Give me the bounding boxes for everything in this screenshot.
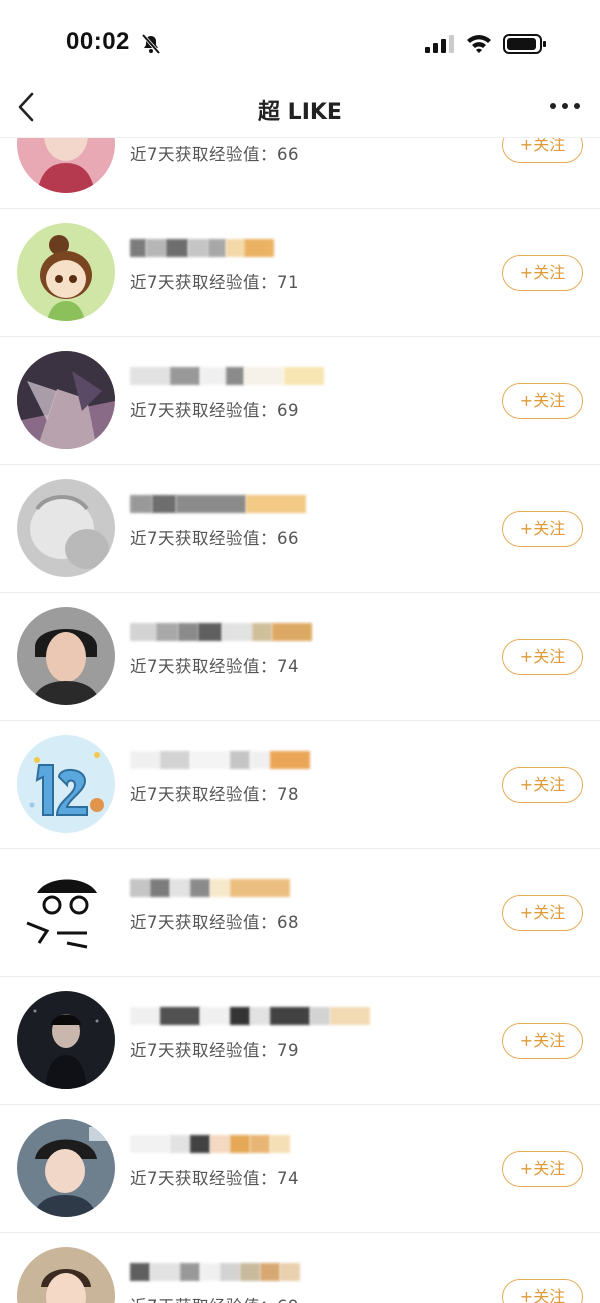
avatar[interactable] xyxy=(17,991,115,1089)
follow-button[interactable]: +关注 xyxy=(502,895,583,931)
nav-bar: 超 LIKE xyxy=(0,84,600,138)
list-item[interactable]: 近7天获取经验值：78 +关注 xyxy=(0,721,600,849)
follow-button[interactable]: +关注 xyxy=(502,1023,583,1059)
page-title: 超 LIKE xyxy=(258,100,342,125)
list-item[interactable]: 近7天获取经验值：69 +关注 xyxy=(0,337,600,465)
username-blurred xyxy=(130,1005,370,1027)
exp-label: 近7天获取经验值：74 xyxy=(130,1169,299,1188)
username-blurred xyxy=(130,1133,370,1155)
more-icon[interactable] xyxy=(548,98,582,114)
list-item[interactable]: 近7天获取经验值：74 +关注 xyxy=(0,593,600,721)
signal-icon xyxy=(424,34,456,54)
username-blurred xyxy=(130,493,370,515)
avatar[interactable] xyxy=(17,223,115,321)
avatar[interactable] xyxy=(17,351,115,449)
exp-label: 近7天获取经验值：78 xyxy=(130,785,299,804)
avatar[interactable] xyxy=(17,1247,115,1303)
exp-label: 近7天获取经验值：66 xyxy=(130,529,299,548)
avatar[interactable] xyxy=(17,479,115,577)
user-list[interactable]: 近7天获取经验值：66 +关注 近7天获取经验值：71 +关注 近7天获取经验值… xyxy=(0,138,600,1303)
list-item[interactable]: 近7天获取经验值：74 +关注 xyxy=(0,1105,600,1233)
exp-label: 近7天获取经验值：71 xyxy=(130,273,299,292)
follow-button[interactable]: +关注 xyxy=(502,138,583,163)
avatar[interactable] xyxy=(17,607,115,705)
list-item[interactable]: 近7天获取经验值：71 +关注 xyxy=(0,209,600,337)
status-bar: 00:02 xyxy=(0,0,600,84)
exp-label: 近7天获取经验值：69 xyxy=(130,401,299,420)
username-blurred xyxy=(130,749,370,771)
follow-button[interactable]: +关注 xyxy=(502,383,583,419)
username-blurred xyxy=(130,877,370,899)
exp-label: 近7天获取经验值：69 xyxy=(130,1293,299,1303)
username-blurred xyxy=(130,1261,370,1283)
avatar[interactable] xyxy=(17,735,115,833)
username-blurred xyxy=(130,621,370,643)
follow-button[interactable]: +关注 xyxy=(502,639,583,675)
follow-button[interactable]: +关注 xyxy=(502,1151,583,1187)
list-item[interactable]: 近7天获取经验值：66 +关注 xyxy=(0,465,600,593)
battery-icon xyxy=(503,33,547,55)
list-item[interactable]: 近7天获取经验值：79 +关注 xyxy=(0,977,600,1105)
avatar[interactable] xyxy=(17,863,115,961)
avatar[interactable] xyxy=(17,1119,115,1217)
follow-button[interactable]: +关注 xyxy=(502,255,583,291)
exp-label: 近7天获取经验值：66 xyxy=(130,145,299,164)
avatar[interactable] xyxy=(17,138,115,193)
exp-label: 近7天获取经验值：79 xyxy=(130,1041,299,1060)
username-blurred xyxy=(130,365,370,387)
follow-button[interactable]: +关注 xyxy=(502,1279,583,1303)
wifi-icon xyxy=(465,31,493,55)
follow-button[interactable]: +关注 xyxy=(502,511,583,547)
exp-label: 近7天获取经验值：74 xyxy=(130,657,299,676)
bell-mute-icon xyxy=(140,33,162,55)
exp-label: 近7天获取经验值：68 xyxy=(130,913,299,932)
list-item[interactable]: 近7天获取经验值：68 +关注 xyxy=(0,849,600,977)
username-blurred xyxy=(130,237,370,259)
status-time: 00:02 xyxy=(66,28,130,55)
list-item[interactable]: 近7天获取经验值：69 +关注 xyxy=(0,1233,600,1303)
follow-button[interactable]: +关注 xyxy=(502,767,583,803)
list-item[interactable]: 近7天获取经验值：66 +关注 xyxy=(0,138,600,209)
